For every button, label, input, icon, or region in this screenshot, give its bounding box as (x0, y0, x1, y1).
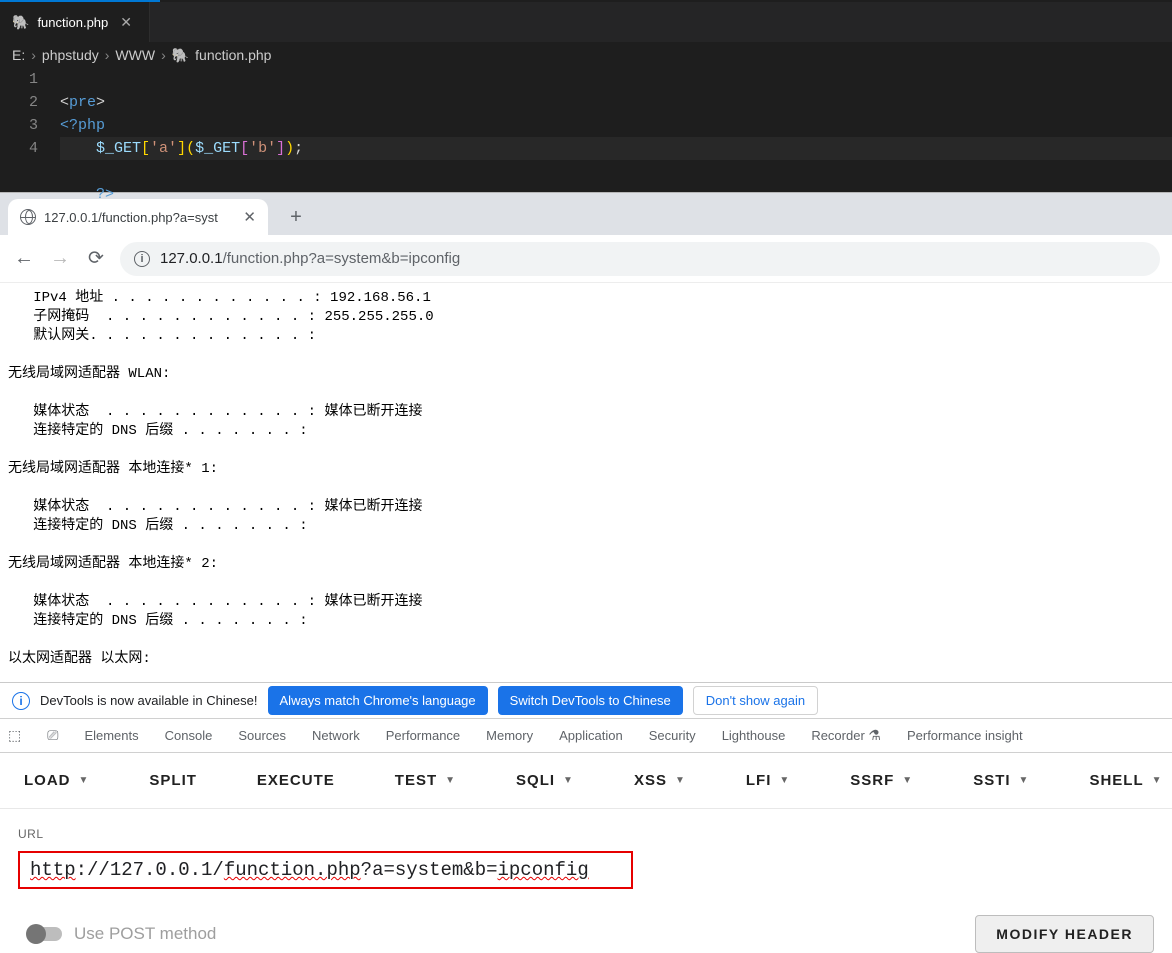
code-editor-pane: 🐘 function.php ✕ E: › phpstudy › WWW › 🐘 fu… (0, 0, 1172, 192)
editor-tabs: 🐘 function.php ✕ (0, 2, 1172, 42)
inspect-icon[interactable]: ⬚ (8, 727, 21, 744)
new-tab-button[interactable]: + (282, 203, 310, 231)
tab-application[interactable]: Application (559, 728, 623, 743)
tab-security[interactable]: Security (649, 728, 696, 743)
hackbar-sqli[interactable]: SQLI▼ (516, 772, 574, 789)
hackbar-toolbar: LOAD▼ SPLIT EXECUTE TEST▼ SQLI▼ XSS▼ LFI… (0, 753, 1172, 809)
tab-console[interactable]: Console (165, 728, 213, 743)
breadcrumb-seg[interactable]: phpstudy (42, 47, 99, 63)
code-area[interactable]: 1234 <pre> <?php $_GET['a']($_GET['b']);… (0, 68, 1172, 206)
hackbar-ssti[interactable]: SSTI▼ (973, 772, 1029, 789)
post-toggle[interactable]: Use POST method (28, 924, 216, 944)
editor-tab-function-php[interactable]: 🐘 function.php ✕ (0, 2, 150, 42)
chevron-right-icon: › (105, 47, 110, 63)
devtools-panel: i DevTools is now available in Chinese! … (0, 682, 1172, 952)
php-file-icon: 🐘 (172, 47, 189, 64)
dont-show-button[interactable]: Don't show again (693, 686, 818, 715)
info-message: DevTools is now available in Chinese! (40, 693, 258, 708)
hackbar-url-section: URL http://127.0.0.1/function.php?a=syst… (0, 809, 1172, 889)
tab-elements[interactable]: Elements (84, 728, 138, 743)
chevron-down-icon: ▼ (675, 775, 686, 786)
page-output: IPv4 地址 . . . . . . . . . . . . : 192.16… (0, 283, 1172, 682)
hackbar-shell[interactable]: SHELL▼ (1089, 772, 1162, 789)
hackbar-ssrf[interactable]: SSRF▼ (850, 772, 913, 789)
chevron-down-icon: ▼ (779, 775, 790, 786)
devtools-infobar: i DevTools is now available in Chinese! … (0, 683, 1172, 719)
site-info-icon[interactable]: i (134, 251, 150, 267)
chevron-down-icon: ▼ (445, 775, 456, 786)
hackbar-split[interactable]: SPLIT (149, 772, 197, 789)
chevron-down-icon: ▼ (563, 775, 574, 786)
flask-icon: ⚗ (868, 727, 881, 743)
always-match-button[interactable]: Always match Chrome's language (268, 686, 488, 715)
chevron-down-icon: ▼ (79, 775, 90, 786)
breadcrumb-seg[interactable]: E: (12, 47, 25, 63)
hackbar-lfi[interactable]: LFI▼ (746, 772, 790, 789)
hackbar-execute[interactable]: EXECUTE (257, 772, 335, 789)
hackbar-url-input[interactable]: http://127.0.0.1/function.php?a=system&b… (18, 851, 633, 889)
code-text[interactable]: <pre> <?php $_GET['a']($_GET['b']); ?> (60, 68, 1172, 206)
browser-tab-title: 127.0.0.1/function.php?a=syst (44, 210, 235, 225)
devtools-tabs: ⬚ ⎚ Elements Console Sources Network Per… (0, 719, 1172, 753)
globe-icon (20, 209, 36, 225)
post-toggle-label: Use POST method (74, 924, 216, 944)
reload-button[interactable]: ⟳ (84, 247, 108, 270)
breadcrumb-seg[interactable]: function.php (195, 47, 271, 63)
tab-recorder[interactable]: Recorder ⚗ (811, 727, 881, 744)
hackbar-bottom-row: Use POST method MODIFY HEADER (0, 889, 1172, 953)
browser-tab[interactable]: 127.0.0.1/function.php?a=syst ✕ (8, 199, 268, 235)
chevron-down-icon: ▼ (1152, 775, 1163, 786)
hackbar-xss[interactable]: XSS▼ (634, 772, 686, 789)
breadcrumb[interactable]: E: › phpstudy › WWW › 🐘 function.php (0, 42, 1172, 68)
modify-header-button[interactable]: MODIFY HEADER (975, 915, 1154, 953)
php-file-icon: 🐘 (12, 14, 29, 31)
tab-network[interactable]: Network (312, 728, 360, 743)
switch-chinese-button[interactable]: Switch DevTools to Chinese (498, 686, 683, 715)
close-icon[interactable]: ✕ (120, 14, 132, 31)
hackbar-test[interactable]: TEST▼ (395, 772, 456, 789)
tab-memory[interactable]: Memory (486, 728, 533, 743)
address-bar[interactable]: i 127.0.0.1/function.php?a=system&b=ipco… (120, 242, 1160, 276)
toggle-switch-icon[interactable] (28, 927, 62, 941)
device-toggle-icon[interactable]: ⎚ (47, 727, 58, 744)
info-icon: i (12, 692, 30, 710)
line-numbers: 1234 (0, 68, 60, 206)
url-text: 127.0.0.1/function.php?a=system&b=ipconf… (160, 250, 460, 267)
back-button[interactable]: ← (12, 247, 36, 270)
hackbar-load[interactable]: LOAD▼ (24, 772, 89, 789)
tab-sources[interactable]: Sources (238, 728, 286, 743)
tab-filename: function.php (37, 15, 108, 30)
chevron-right-icon: › (161, 47, 166, 63)
browser-toolbar: ← → ⟳ i 127.0.0.1/function.php?a=system&… (0, 235, 1172, 283)
chevron-right-icon: › (31, 47, 36, 63)
tab-performance[interactable]: Performance (386, 728, 460, 743)
close-icon[interactable]: ✕ (243, 208, 256, 226)
forward-button: → (48, 247, 72, 270)
browser-window: 127.0.0.1/function.php?a=syst ✕ + ← → ⟳ … (0, 192, 1172, 682)
tab-perf-insight[interactable]: Performance insight (907, 728, 1023, 743)
breadcrumb-seg[interactable]: WWW (115, 47, 155, 63)
chevron-down-icon: ▼ (1019, 775, 1030, 786)
url-label: URL (18, 827, 1154, 841)
chevron-down-icon: ▼ (902, 775, 913, 786)
tab-lighthouse[interactable]: Lighthouse (722, 728, 786, 743)
